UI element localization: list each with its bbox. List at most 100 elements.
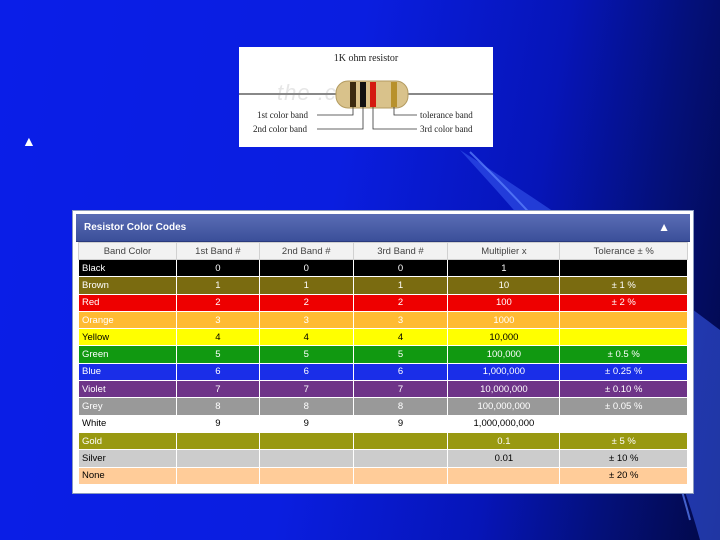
third-band-digit: 8 <box>352 397 449 416</box>
multiplier-value: 10,000 <box>447 328 561 347</box>
first-band-digit: 0 <box>175 258 260 278</box>
second-band-digit <box>258 449 354 468</box>
table-row: None ± 20 % <box>78 466 688 485</box>
band-color-name: Gold <box>78 431 177 451</box>
tolerance-value: ± 0.05 % <box>559 397 688 416</box>
first-band-digit <box>175 466 260 485</box>
third-band-digit: 0 <box>352 258 449 278</box>
table-header-row: Band Color 1st Band # 2nd Band # 3rd Ban… <box>78 242 688 260</box>
band-color-name: Black <box>78 258 177 278</box>
first-band-digit: 5 <box>175 345 260 364</box>
third-band-digit: 2 <box>352 293 449 312</box>
multiplier-value: 100 <box>447 293 561 312</box>
second-band-digit: 1 <box>258 276 354 295</box>
table-row: Silver 0.01 ± 10 % <box>78 449 688 468</box>
multiplier-value: 10,000,000 <box>447 380 561 399</box>
bullet-arrow-icon: ▲ <box>22 133 36 149</box>
color-codes-panel: Resistor Color Codes ▲ Band Color 1st Ba… <box>72 210 694 494</box>
band-color-name: White <box>78 414 177 433</box>
col-header-2nd-band: 2nd Band # <box>258 242 354 260</box>
first-band-digit: 3 <box>175 310 260 330</box>
col-header-band-color: Band Color <box>78 242 177 260</box>
multiplier-value: 1000 <box>447 310 561 330</box>
multiplier-value: 10 <box>447 276 561 295</box>
third-band-digit: 4 <box>352 328 449 347</box>
tolerance-value: ± 20 % <box>559 466 688 485</box>
second-band-digit: 9 <box>258 414 354 433</box>
band-color-name: Yellow <box>78 328 177 347</box>
third-band-digit: 5 <box>352 345 449 364</box>
table-row: Brown 1 1 1 10 ± 1 % <box>78 276 688 295</box>
band-color-name: Grey <box>78 397 177 416</box>
first-band-digit: 9 <box>175 414 260 433</box>
tolerance-value <box>559 258 688 278</box>
band-color-name: Green <box>78 345 177 364</box>
tolerance-value <box>559 414 688 433</box>
second-band-digit <box>258 431 354 451</box>
table-row: Grey 8 8 8 100,000,000 ± 0.05 % <box>78 397 688 416</box>
resistor-band-3 <box>370 82 376 107</box>
second-band-digit: 2 <box>258 293 354 312</box>
multiplier-value: 0.01 <box>447 449 561 468</box>
panel-title: Resistor Color Codes <box>84 222 187 233</box>
col-header-multiplier: Multiplier x <box>447 242 561 260</box>
table-row: Red 2 2 2 100 ± 2 % <box>78 293 688 312</box>
first-band-digit <box>175 449 260 468</box>
third-band-digit: 3 <box>352 310 449 330</box>
table-row: Black 0 0 0 1 <box>78 258 688 278</box>
second-band-digit: 8 <box>258 397 354 416</box>
first-band-digit: 7 <box>175 380 260 399</box>
second-band-digit: 0 <box>258 258 354 278</box>
second-band-digit: 5 <box>258 345 354 364</box>
first-band-digit: 6 <box>175 362 260 382</box>
collapse-arrow-icon[interactable]: ▲ <box>658 220 670 234</box>
third-band-digit: 6 <box>352 362 449 382</box>
label-2nd-band: 2nd color band <box>253 124 307 134</box>
third-band-digit: 1 <box>352 276 449 295</box>
first-band-digit <box>175 431 260 451</box>
multiplier-value: 100,000 <box>447 345 561 364</box>
tolerance-value: ± 5 % <box>559 431 688 451</box>
color-codes-table: Band Color 1st Band # 2nd Band # 3rd Ban… <box>78 242 688 485</box>
panel-header: Resistor Color Codes ▲ <box>76 214 690 242</box>
multiplier-value: 1 <box>447 258 561 278</box>
tolerance-value <box>559 310 688 330</box>
band-color-name: Blue <box>78 362 177 382</box>
tolerance-value: ± 2 % <box>559 293 688 312</box>
table-row: Blue 6 6 6 1,000,000 ± 0.25 % <box>78 362 688 382</box>
tolerance-value: ± 0.25 % <box>559 362 688 382</box>
first-band-digit: 8 <box>175 397 260 416</box>
multiplier-value: 100,000,000 <box>447 397 561 416</box>
label-1st-band: 1st color band <box>257 110 308 120</box>
multiplier-value: 0.1 <box>447 431 561 451</box>
first-band-digit: 2 <box>175 293 260 312</box>
band-color-name: Silver <box>78 449 177 468</box>
multiplier-value: 1,000,000 <box>447 362 561 382</box>
third-band-digit <box>352 449 449 468</box>
second-band-digit: 4 <box>258 328 354 347</box>
col-header-3rd-band: 3rd Band # <box>352 242 449 260</box>
tolerance-value <box>559 328 688 347</box>
band-color-name: Orange <box>78 310 177 330</box>
band-color-name: Red <box>78 293 177 312</box>
resistor-band-2 <box>360 82 366 107</box>
table-row: White 9 9 9 1,000,000,000 <box>78 414 688 433</box>
multiplier-value: 1,000,000,000 <box>447 414 561 433</box>
tolerance-value: ± 0.10 % <box>559 380 688 399</box>
second-band-digit: 6 <box>258 362 354 382</box>
band-color-name: Violet <box>78 380 177 399</box>
col-header-tolerance: Tolerance ± % <box>559 242 688 260</box>
table-row: Gold 0.1 ± 5 % <box>78 431 688 451</box>
second-band-digit <box>258 466 354 485</box>
resistor-figure: 1K ohm resistor the .com 1st color band … <box>239 47 493 147</box>
third-band-digit <box>352 466 449 485</box>
third-band-digit: 9 <box>352 414 449 433</box>
label-3rd-band: 3rd color band <box>420 124 473 134</box>
table-row: Orange 3 3 3 1000 <box>78 310 688 330</box>
label-tolerance-band: tolerance band <box>420 110 473 120</box>
resistor-band-1 <box>350 82 356 107</box>
table-row: Green 5 5 5 100,000 ± 0.5 % <box>78 345 688 364</box>
third-band-digit <box>352 431 449 451</box>
tolerance-value: ± 1 % <box>559 276 688 295</box>
multiplier-value <box>447 466 561 485</box>
